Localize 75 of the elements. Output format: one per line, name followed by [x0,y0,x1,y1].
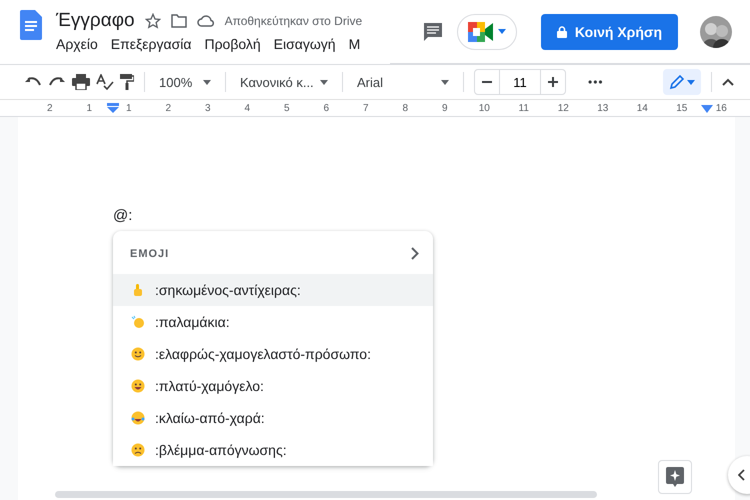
paint-format-icon[interactable] [120,74,134,90]
ruler-number: 13 [597,102,608,114]
video-camera-icon [468,22,494,42]
ruler-number: 15 [676,102,688,114]
collapse-icon[interactable] [722,78,734,86]
font-dropdown[interactable]: Arial [353,69,453,95]
share-button[interactable]: Κοινή Χρήση [540,14,678,50]
style-dropdown[interactable]: Κανονικό κ... [236,69,332,95]
document-title[interactable]: Έγγραφο [56,10,135,32]
emoji-icon [131,379,145,393]
laughing-face-icon [131,411,145,425]
scrollbar[interactable] [55,491,597,498]
thumbs-up-icon [131,283,145,297]
emoji-icon [131,443,145,457]
ruler-number: 11 [518,102,529,114]
plus-icon [548,77,558,87]
meet-button[interactable] [456,14,517,50]
caret-icon [203,80,211,84]
ruler-number: 1 [126,102,132,114]
ruler-number: 14 [636,102,648,114]
ruler-number: 2 [165,102,172,114]
caret-icon [498,29,506,34]
menu-item[interactable]: Προβολή [204,36,261,52]
ruler-number: 10 [478,102,490,114]
ruler-number: 16 [716,102,727,114]
zoom-dropdown[interactable]: 100% [155,69,215,95]
ruler-number: 5 [284,102,290,114]
pencil-icon [669,74,685,90]
sparkle-icon [666,467,684,487]
docs-logo-icon[interactable] [20,10,42,40]
chevron-left-icon [738,469,745,481]
ruler-number: 1 [86,102,92,114]
caret-icon [687,80,695,84]
emoji-option[interactable]: :βλέμμα-απόγνωσης: [113,434,433,466]
ruler-number: 7 [362,102,369,114]
editing-mode-button[interactable] [663,69,701,95]
menu-item[interactable]: Εισαγωγή [274,36,336,52]
ruler-number: 4 [244,102,250,114]
comment-icon[interactable] [422,22,443,42]
emoji-option[interactable]: :σηκωμένος-αντίχειρας: [113,274,433,306]
indent-marker-icon[interactable] [701,105,713,113]
indent-marker-icon[interactable] [107,103,119,113]
ruler-number: 6 [323,102,330,114]
emoji-option[interactable]: :ελαφρώς-χαμογελαστό-πρόσωπο: [113,338,433,370]
avatar[interactable] [700,16,732,48]
caret-icon [320,80,328,84]
star-icon[interactable] [144,13,161,29]
more-button[interactable]: ••• [582,74,610,90]
explore-button[interactable] [658,460,692,494]
ruler-number: 8 [402,102,408,114]
document-page[interactable]: @: EMOJI :σηκωμένος-αντίχειρας: :παλαμάκια: :ελαφρώς-χαμογελαστό-πρόσωπο: :πλατύ-χαμόγελο: :κλαίω-από-χαρά: :βλέμμα-απόγνωσης: [18,117,735,500]
chevron-right-icon[interactable] [411,247,419,260]
caret-icon [441,80,449,84]
emoji-option[interactable]: :πλατύ-χαμόγελο: [113,370,433,402]
menu-item[interactable]: Μ [348,36,360,52]
emoji-icon [131,347,145,361]
undo-icon[interactable] [24,76,42,88]
save-status: Αποθηκεύτηκαν στο Drive [224,14,362,28]
spellcheck-icon[interactable] [96,74,114,90]
emoji-option[interactable]: :κλαίω-από-χαρά: [113,402,433,434]
minus-icon [482,81,492,83]
menu-item[interactable]: Αρχείο [56,36,98,52]
emoji-option[interactable]: :παλαμάκια: [113,306,433,338]
ruler-number: 2 [46,102,53,114]
redo-icon[interactable] [48,76,66,88]
body-text: @: [113,207,134,224]
print-icon[interactable] [72,74,90,90]
menu-item[interactable]: Επεξεργασία [110,36,192,52]
folder-icon[interactable] [170,14,187,28]
ruler-number: 9 [442,102,448,114]
menu-header: EMOJI [130,248,170,260]
cloud-icon[interactable] [196,15,215,27]
ruler-number: 12 [558,102,569,114]
ruler-number: 3 [204,102,211,114]
lock-icon [556,26,567,38]
